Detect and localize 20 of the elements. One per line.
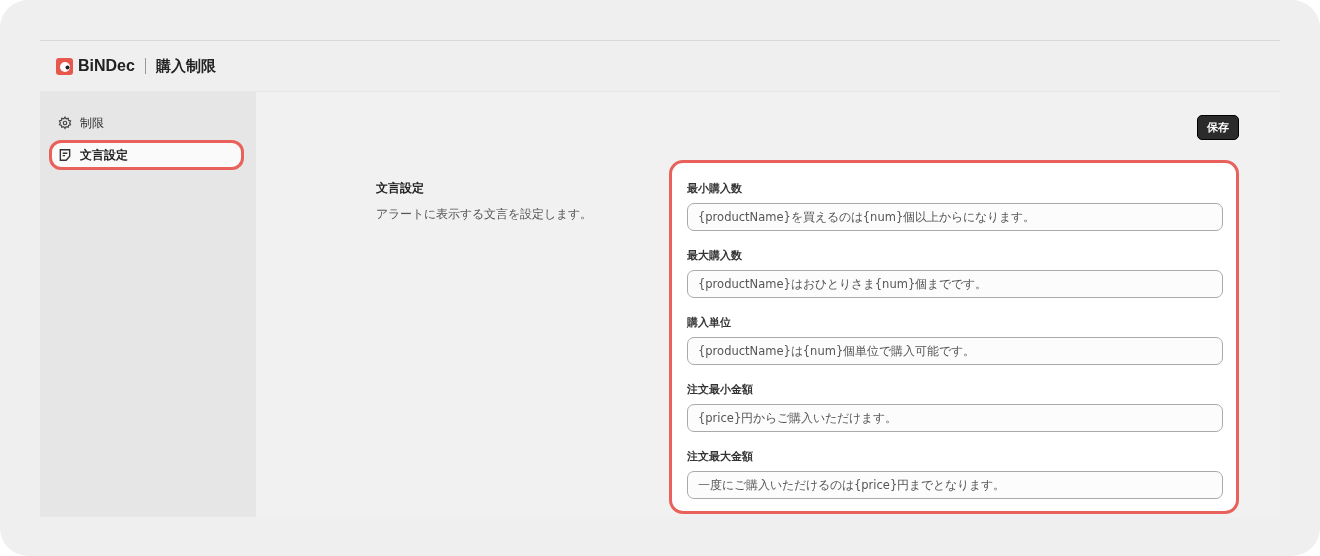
field-label: 最小購入数 [687,181,743,196]
settings-icon [58,116,72,130]
page-title: 購入制限 [155,56,216,76]
section-title: 文言設定 [376,180,425,197]
note-icon [58,148,72,162]
input-field[interactable]: {productName}はおひとりさま{num}個までです。 [687,270,1223,298]
logo-icon [56,57,73,75]
input-field[interactable]: {productName}を買えるのは{num}個以上からになります。 [687,203,1223,231]
section-description: アラートに表示する文言を設定します。 [376,207,592,222]
sidebar-item[interactable]: 制限 [49,108,244,138]
field-label: 注文最小金額 [687,382,754,397]
sidebar-item[interactable]: 文言設定 [49,140,244,170]
field-label: 購入単位 [687,315,732,330]
input-field[interactable]: {price}円からご購入いただけます。 [687,404,1223,432]
input-field[interactable]: 一度にご購入いただけるのは{price}円までとなります。 [687,471,1223,499]
brand-name: BiNDec [78,57,135,75]
field-label: 注文最大金額 [687,449,754,464]
save-button[interactable]: 保存 [1197,115,1239,140]
input-field[interactable]: {productName}は{num}個単位で購入可能です。 [687,337,1223,365]
field-label: 最大購入数 [687,248,743,263]
